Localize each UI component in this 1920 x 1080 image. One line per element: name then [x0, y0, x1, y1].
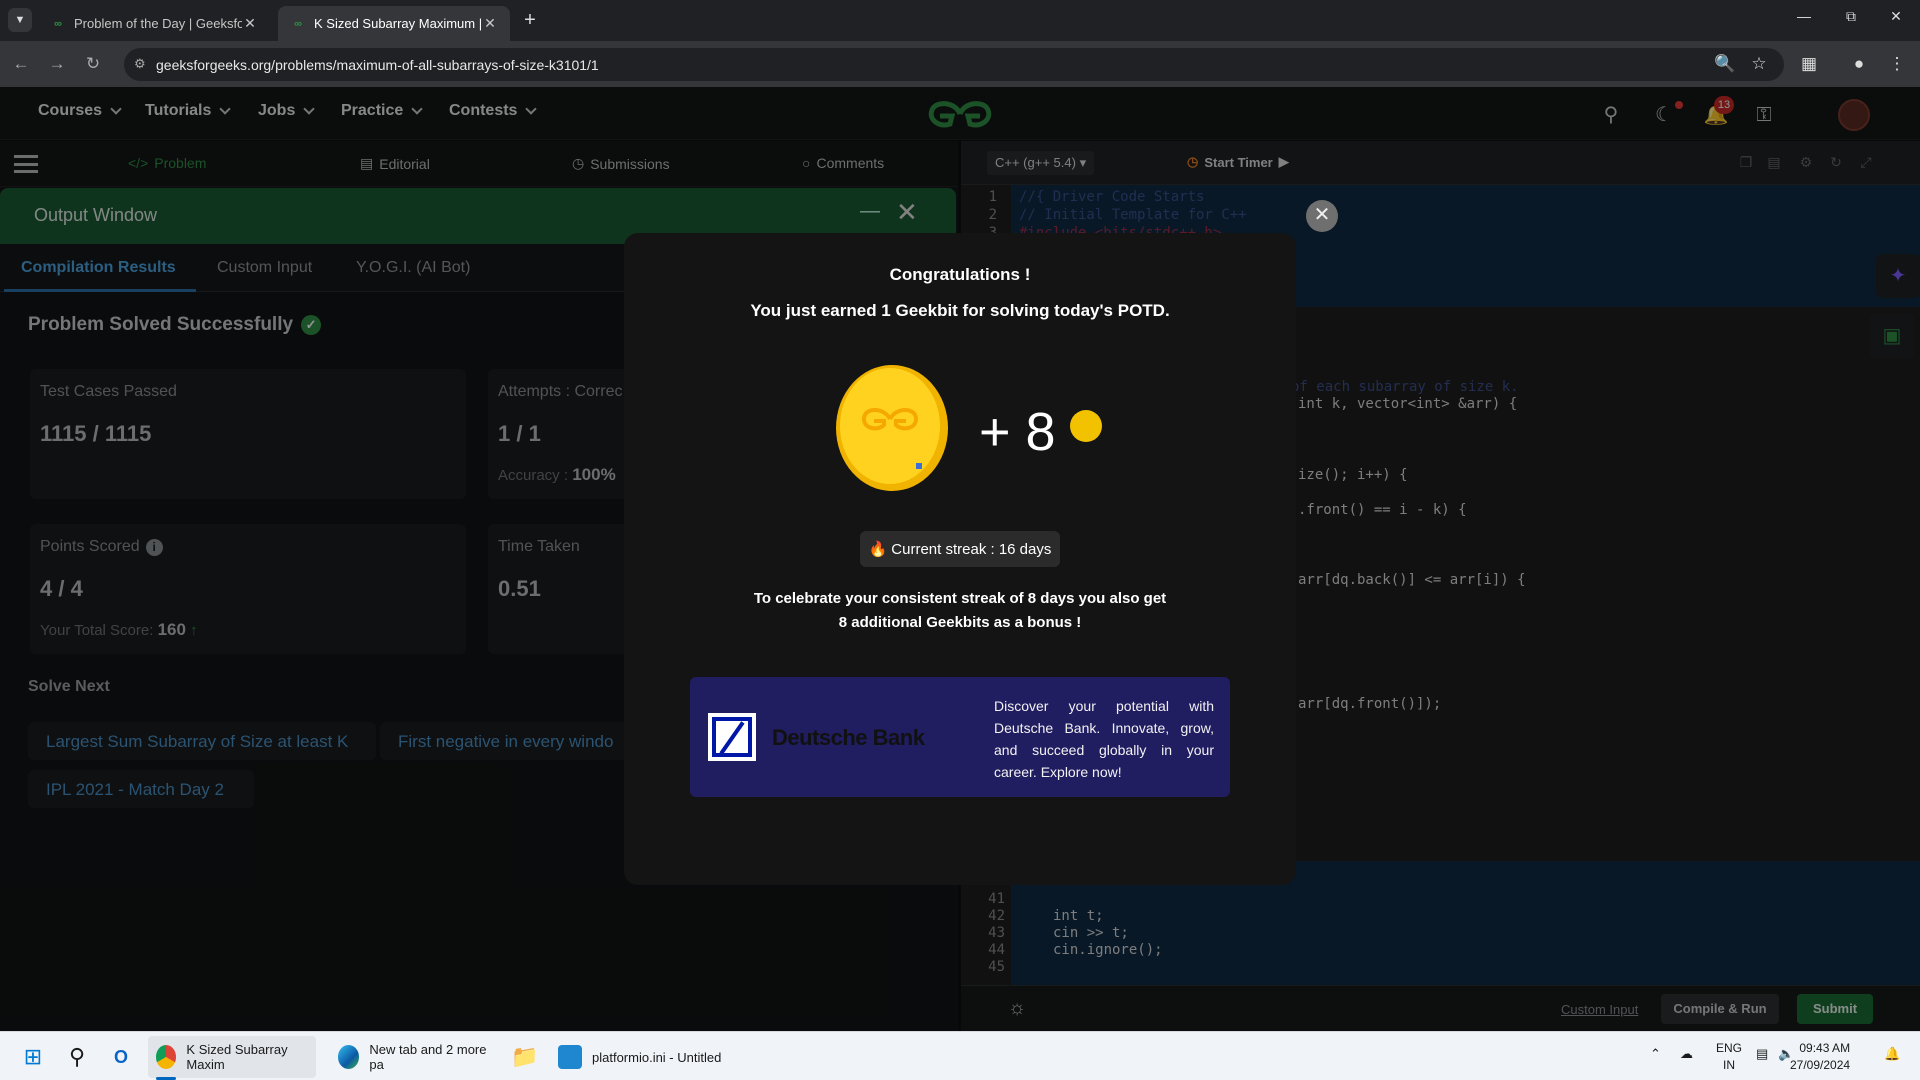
tab-title: K Sized Subarray Maximum | Pr: [314, 16, 482, 31]
streak-badge: 🔥 Current streak : 16 days: [860, 531, 1060, 567]
ad-text: Discover your potential with Deutsche Ba…: [994, 698, 1214, 780]
browser-menu-icon[interactable]: ⋮: [1886, 53, 1908, 75]
windows-start-icon[interactable]: ⊞: [18, 1042, 48, 1072]
lang-code: ENG: [1716, 1041, 1743, 1055]
close-tab-icon[interactable]: ✕: [242, 15, 258, 32]
browser-tab-potd[interactable]: ∞ Problem of the Day | GeeksforG ✕: [38, 6, 270, 41]
mini-coin-icon: [1069, 410, 1102, 442]
minimize-window-icon[interactable]: —: [1784, 8, 1824, 32]
clock-time: 09:43 AM: [1799, 1041, 1851, 1055]
file-explorer-icon[interactable]: 📁: [510, 1042, 540, 1072]
site-info-icon[interactable]: ⚙: [134, 56, 150, 72]
outlook-icon[interactable]: O: [106, 1042, 136, 1072]
extensions-icon[interactable]: ▦: [1798, 53, 1820, 75]
bonus-line-1: To celebrate your consistent streak of 8…: [753, 590, 1167, 607]
input-language[interactable]: ENG IN: [1716, 1040, 1742, 1074]
reload-icon[interactable]: ↻: [82, 53, 104, 75]
taskbar-app-vscode[interactable]: platformio.ini - Untitled: [550, 1036, 730, 1078]
tab-title: Problem of the Day | GeeksforG: [74, 16, 242, 31]
geekbit-coin-icon: [836, 365, 948, 491]
streak-text: Current streak : 16 days: [891, 540, 1052, 558]
gfg-favicon-icon: ∞: [294, 17, 302, 30]
modal-close-button[interactable]: ✕: [1306, 200, 1338, 232]
forward-icon[interactable]: →: [46, 53, 68, 75]
new-tab-button[interactable]: +: [520, 8, 540, 32]
ad-banner[interactable]: Deutsche Bank Discover your potential wi…: [690, 677, 1230, 797]
close-tab-icon[interactable]: ✕: [482, 15, 498, 32]
taskbar-app-chrome[interactable]: K Sized Subarray Maxim: [148, 1036, 316, 1078]
bonus-amount: + 8: [979, 401, 1102, 463]
onedrive-icon[interactable]: ☁: [1680, 1046, 1693, 1062]
congrats-modal: Congratulations ! You just earned 1 Geek…: [624, 233, 1296, 885]
search-icon[interactable]: ⚲: [62, 1042, 92, 1072]
lang-region: IN: [1723, 1058, 1735, 1072]
address-bar-row: ← → ↻ ⚙ geeksforgeeks.org/problems/maxim…: [0, 41, 1920, 87]
taskbar-app-label: New tab and 2 more pa: [369, 1042, 487, 1072]
browser-tab-k-sized[interactable]: ∞ K Sized Subarray Maximum | Pr ✕: [278, 6, 510, 41]
modal-heading: Congratulations !: [889, 265, 1031, 284]
clock-date: 27/09/2024: [1790, 1058, 1851, 1072]
profile-icon[interactable]: ●: [1848, 53, 1870, 75]
gfg-favicon-icon: ∞: [54, 17, 62, 30]
url-field[interactable]: ⚙ geeksforgeeks.org/problems/maximum-of-…: [124, 48, 1784, 81]
fire-icon: 🔥: [868, 541, 888, 558]
back-icon[interactable]: ←: [10, 53, 32, 75]
url-text: geeksforgeeks.org/problems/maximum-of-al…: [156, 56, 599, 73]
network-icon[interactable]: ▤: [1756, 1046, 1768, 1062]
restore-window-icon[interactable]: ⧉: [1831, 8, 1871, 32]
edge-icon: [338, 1045, 360, 1069]
bonus-line-2: 8 additional Geekbits as a bonus !: [838, 614, 1082, 631]
bookmark-star-icon[interactable]: ☆: [1748, 53, 1770, 75]
system-clock[interactable]: 09:43 AM 27/09/2024: [1790, 1040, 1850, 1074]
modal-earned-text: You just earned 1 Geekbit for solving to…: [750, 301, 1170, 320]
taskbar-app-label: K Sized Subarray Maxim: [186, 1042, 288, 1072]
notification-bell-icon[interactable]: 🔔: [1884, 1046, 1900, 1062]
ad-brand: Deutsche Bank: [772, 725, 925, 750]
taskbar-app-label: platformio.ini - Untitled: [592, 1049, 722, 1065]
bonus-text: To celebrate your consistent streak of 8…: [724, 587, 1196, 635]
zoom-icon[interactable]: 🔍: [1714, 53, 1736, 75]
vscode-icon: [558, 1045, 582, 1069]
bonus-amount-text: + 8: [979, 402, 1056, 462]
tray-chevron-up-icon[interactable]: ⌃: [1650, 1046, 1661, 1062]
close-window-icon[interactable]: ✕: [1876, 8, 1916, 32]
deutsche-bank-logo-icon: [708, 713, 756, 761]
tab-list-dropdown[interactable]: ▼: [8, 8, 32, 32]
windows-taskbar: ⊞ ⚲ O K Sized Subarray Maxim New tab and…: [0, 1031, 1920, 1080]
chrome-icon: [156, 1045, 177, 1069]
browser-tab-bar: ▼ ∞ Problem of the Day | GeeksforG ✕ ∞ K…: [0, 0, 1920, 41]
taskbar-app-edge[interactable]: New tab and 2 more pa: [330, 1036, 498, 1078]
